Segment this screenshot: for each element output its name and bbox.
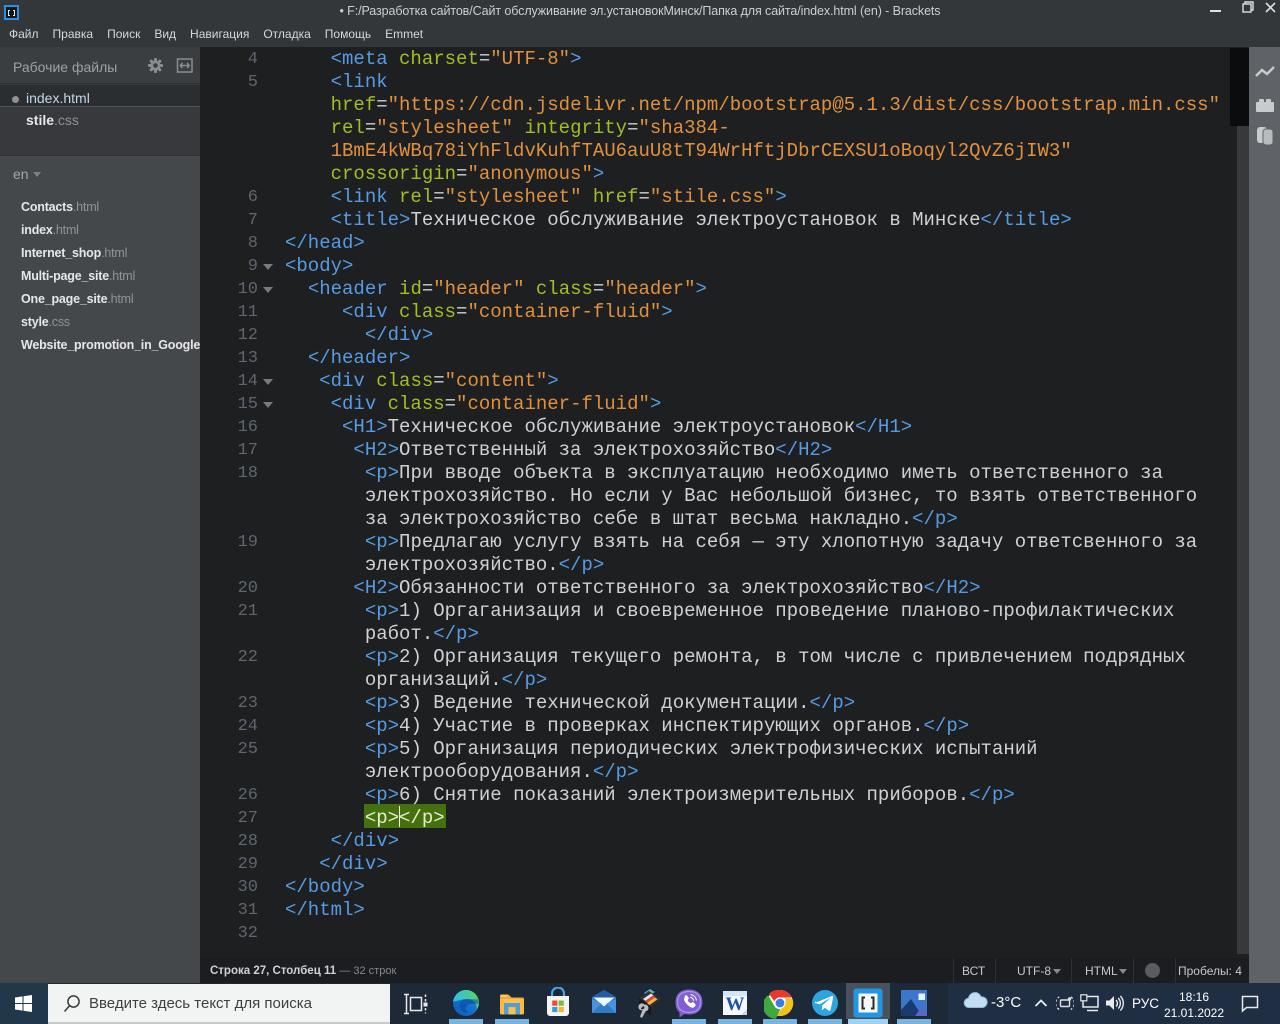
- svg-text:W: W: [726, 994, 745, 1015]
